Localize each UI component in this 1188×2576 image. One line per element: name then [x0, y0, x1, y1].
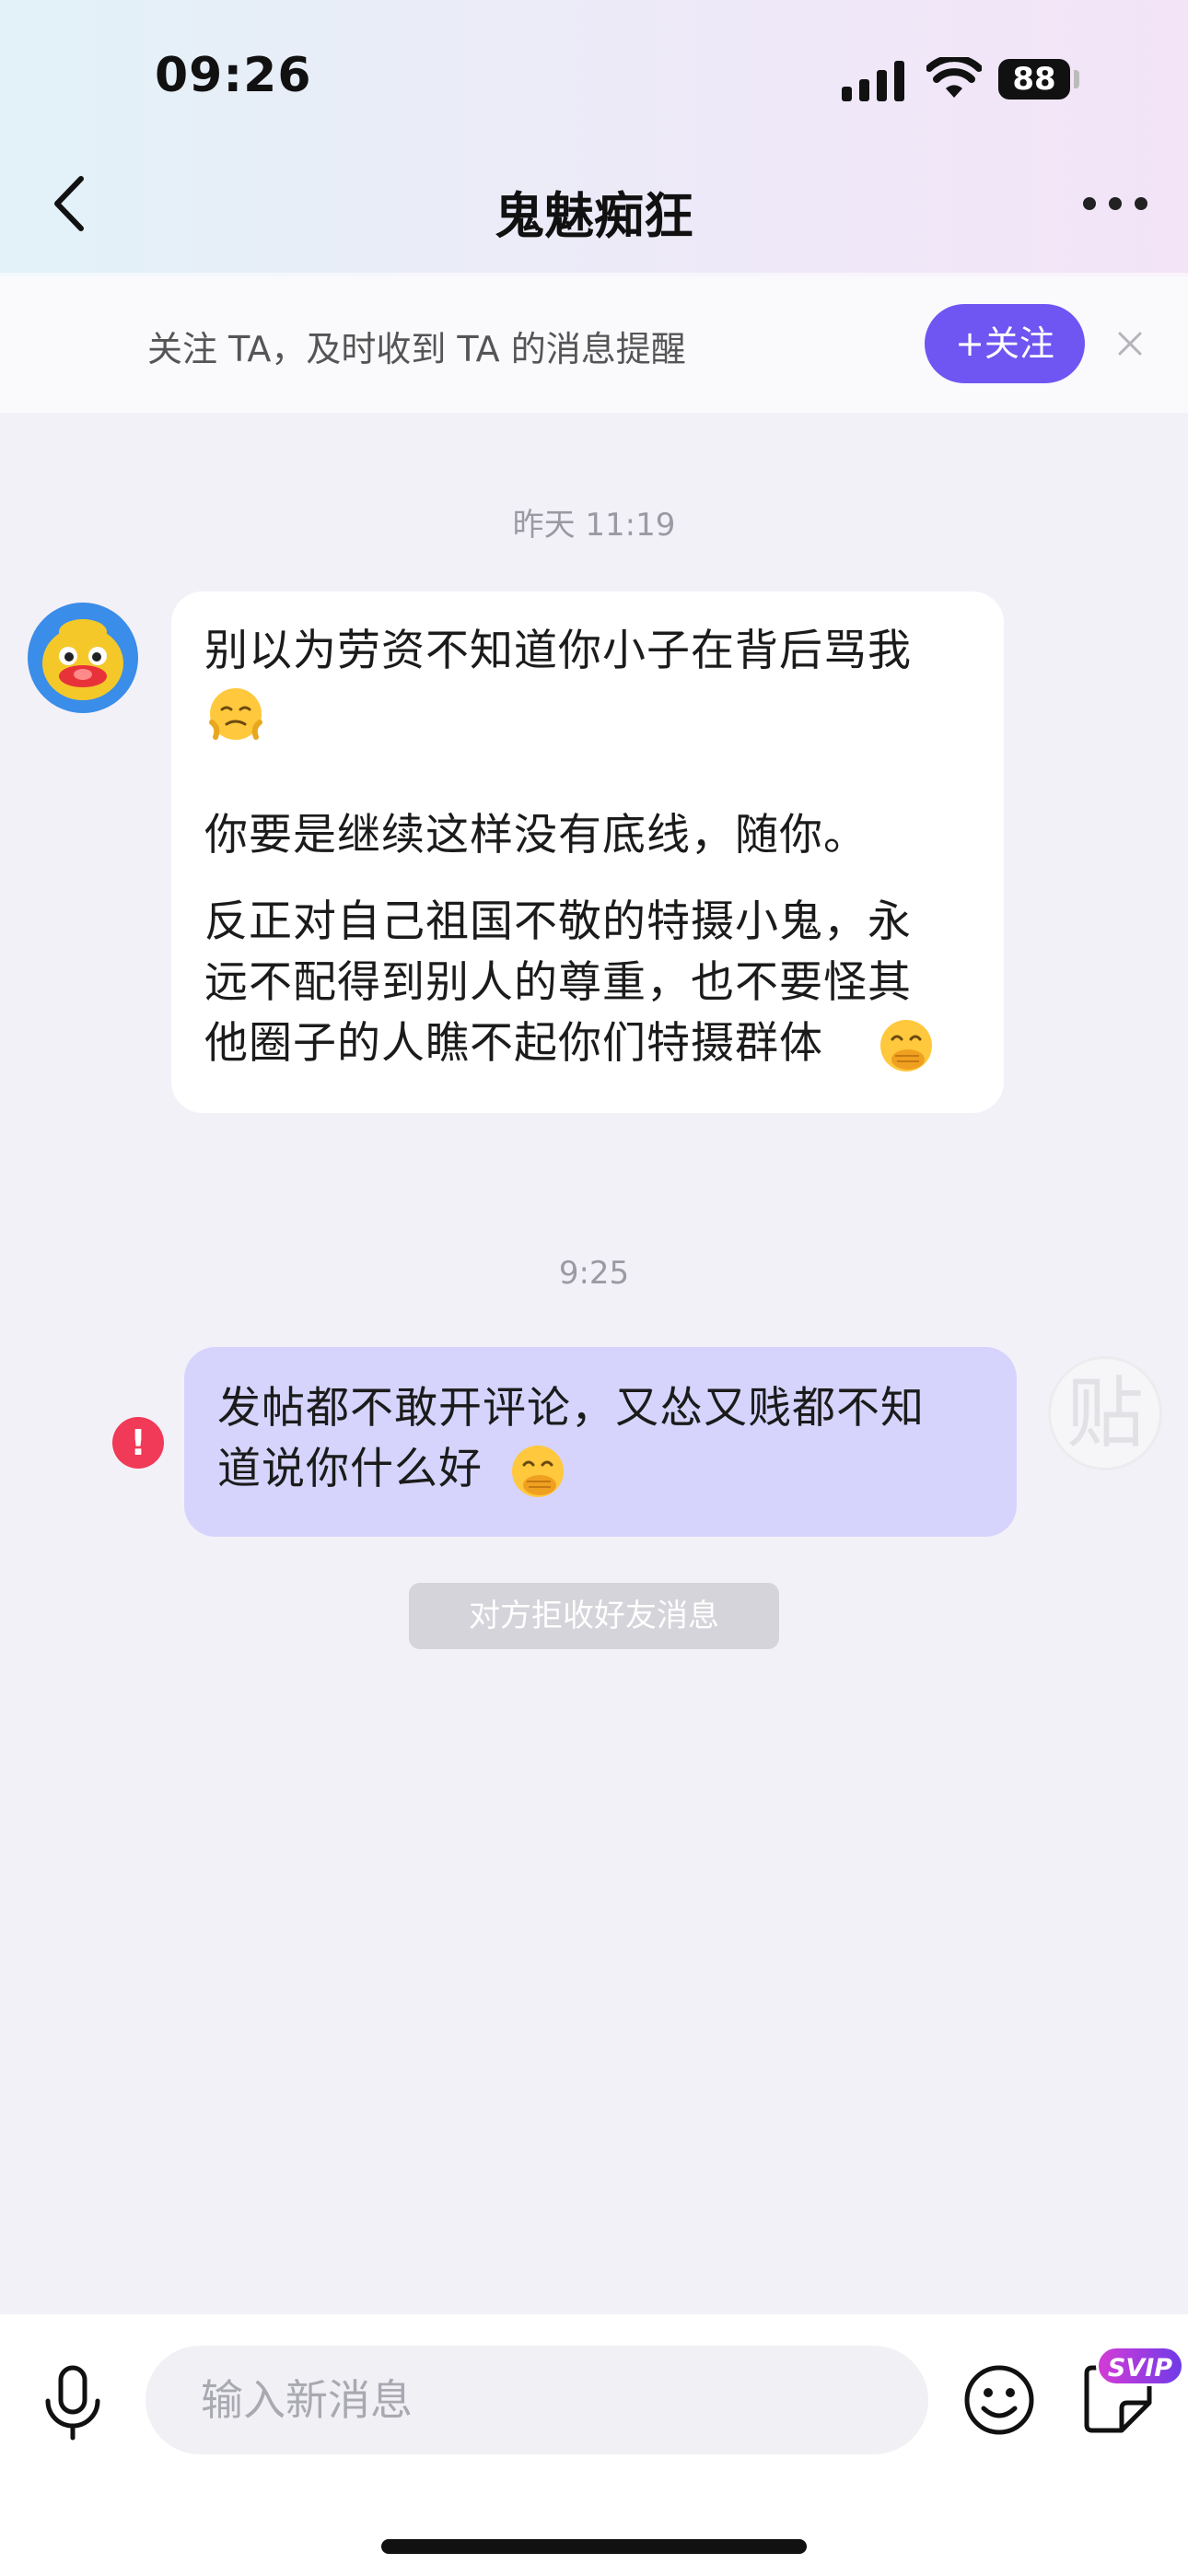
- wifi-icon: [926, 57, 982, 98]
- message-line: 反正对自己祖国不敬的特摄小鬼，永: [204, 896, 912, 947]
- hand-over-mouth-emoji: [880, 1020, 932, 1071]
- message-timestamp: 昨天 11:19: [512, 507, 676, 544]
- battery-icon: 88: [998, 59, 1070, 100]
- follow-banner-text: 关注 TA，及时收到 TA 的消息提醒: [147, 329, 686, 369]
- message-line: 你要是继续这样没有底线，随你。: [204, 810, 868, 861]
- send-failed-icon[interactable]: !: [112, 1417, 164, 1469]
- hand-over-mouth-emoji: [512, 1446, 564, 1497]
- message-line: 别以为劳资不知道你小子在背后骂我: [204, 626, 912, 676]
- message-line: 发帖都不敢开评论，又怂又贱都不知: [217, 1383, 925, 1434]
- self-avatar[interactable]: 贴: [1048, 1356, 1162, 1470]
- emoji-icon[interactable]: [963, 2364, 1035, 2436]
- svip-badge: SVIP: [1096, 2346, 1184, 2386]
- message-line: 远不配得到别人的尊重，也不要怪其: [204, 957, 912, 1008]
- page-title: 鬼魅痴狂: [495, 187, 693, 245]
- message-input[interactable]: [146, 2346, 928, 2454]
- message-line: 他圈子的人瞧不起你们特摄群体: [204, 1018, 823, 1069]
- huffing-emoji: [209, 688, 262, 740]
- signal-icon: [842, 61, 904, 101]
- home-indicator: [381, 2539, 807, 2554]
- microphone-icon[interactable]: [41, 2364, 105, 2443]
- avatar[interactable]: [28, 603, 138, 713]
- status-time: 09:26: [155, 48, 312, 103]
- message-timestamp: 9:25: [558, 1255, 630, 1292]
- battery-tip: [1074, 70, 1079, 88]
- close-icon[interactable]: [1116, 330, 1144, 357]
- message-line: 道说你什么好: [217, 1444, 483, 1494]
- more-horizontal-icon[interactable]: [1083, 195, 1147, 214]
- system-notice: 对方拒收好友消息: [409, 1583, 779, 1649]
- follow-button[interactable]: +关注: [925, 304, 1085, 383]
